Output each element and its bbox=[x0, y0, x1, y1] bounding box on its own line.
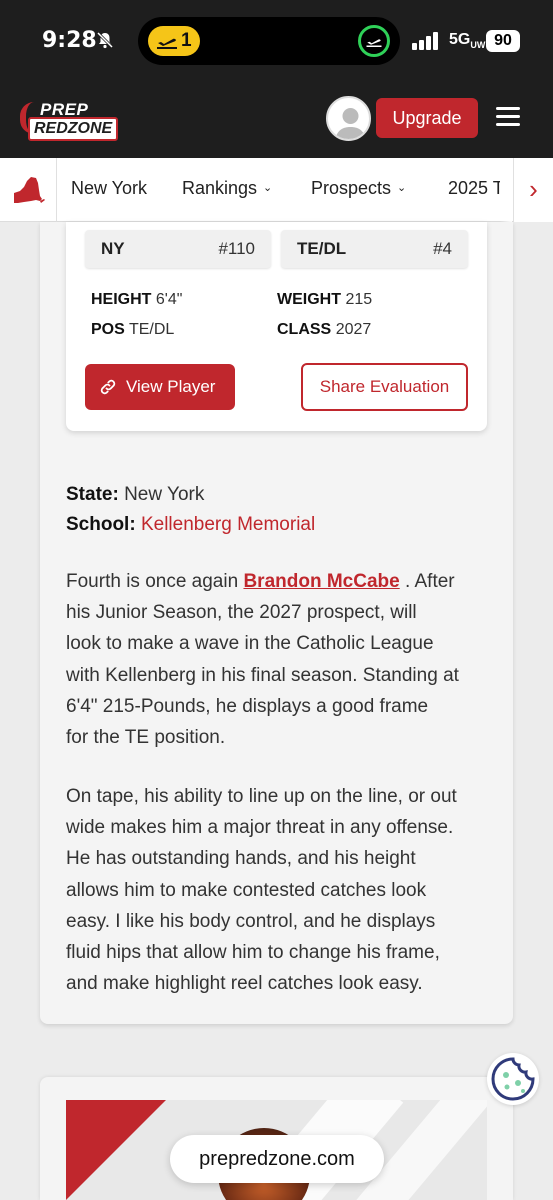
clock: 9:28 bbox=[42, 28, 97, 53]
position-rank: #4 bbox=[433, 239, 452, 258]
state-line: State: New York bbox=[66, 484, 205, 505]
player-card: NY #110 TE/DL #4 HEIGHT 6'4" WEIGHT 215 … bbox=[66, 222, 487, 431]
position-group: TE/DL bbox=[297, 239, 347, 258]
class-stat: CLASS 2027 bbox=[277, 321, 372, 338]
status-bar: 9:28 1 5GUW 90 bbox=[0, 0, 553, 82]
user-icon bbox=[335, 108, 366, 139]
evaluation-paragraph-2: On tape, his ability to line up on the l… bbox=[66, 786, 457, 995]
browser-url-bar[interactable]: prepredzone.com bbox=[170, 1135, 384, 1183]
share-evaluation-button[interactable]: Share Evaluation bbox=[301, 363, 468, 411]
flight-progress-ring bbox=[358, 25, 390, 57]
state-rank: #110 bbox=[218, 239, 255, 258]
battery-indicator: 90 bbox=[486, 30, 520, 52]
nav-item-rankings[interactable]: Rankings ⌄ bbox=[182, 178, 272, 199]
prep-redzone-logo[interactable]: PREP REDZONE bbox=[20, 100, 132, 141]
cookie-icon[interactable] bbox=[487, 1053, 539, 1105]
live-activity-pill[interactable]: 1 bbox=[148, 26, 200, 56]
school-line: School: Kellenberg Memorial bbox=[66, 514, 316, 535]
chevron-down-icon: ⌄ bbox=[397, 182, 407, 194]
school-link[interactable]: Kellenberg Memorial bbox=[141, 514, 315, 535]
state-abbr: NY bbox=[101, 239, 125, 258]
chevron-right-icon[interactable]: › bbox=[513, 158, 553, 222]
view-player-button[interactable]: View Player bbox=[85, 364, 235, 410]
height-stat: HEIGHT 6'4" bbox=[91, 291, 183, 308]
dynamic-island[interactable]: 1 bbox=[138, 17, 400, 65]
site-header: PREP REDZONE Upgrade bbox=[0, 82, 553, 158]
state-nav-bar: New York Rankings⌄ Prospects⌄ 2025 Te › bbox=[0, 158, 553, 222]
bell-slash-icon bbox=[96, 31, 114, 49]
new-york-state-icon[interactable] bbox=[10, 175, 46, 205]
chevron-down-icon: ⌄ bbox=[263, 182, 273, 194]
activity-count: 1 bbox=[181, 30, 192, 51]
player-name-link[interactable]: Brandon McCabe bbox=[243, 571, 399, 592]
state-rank-box: NY #110 bbox=[85, 230, 271, 268]
hamburger-menu-icon[interactable] bbox=[496, 107, 520, 127]
nav-item-new-york[interactable]: New York bbox=[71, 178, 147, 199]
upgrade-button[interactable]: Upgrade bbox=[376, 98, 478, 138]
signal-icon bbox=[412, 32, 442, 50]
nav-item-prospects[interactable]: Prospects ⌄ bbox=[311, 178, 406, 199]
position-stat: POS TE/DL bbox=[91, 321, 175, 338]
airplane-departure-icon bbox=[157, 38, 177, 49]
position-rank-box: TE/DL #4 bbox=[281, 230, 468, 268]
weight-stat: WEIGHT 215 bbox=[277, 291, 373, 308]
network-type: 5GUW bbox=[449, 31, 486, 51]
nav-item-2025-teams[interactable]: 2025 Te bbox=[448, 178, 500, 199]
evaluation-paragraph-1: Fourth is once again Brandon McCabe . Af… bbox=[66, 571, 459, 749]
link-icon bbox=[100, 379, 116, 395]
user-avatar[interactable] bbox=[326, 96, 371, 141]
